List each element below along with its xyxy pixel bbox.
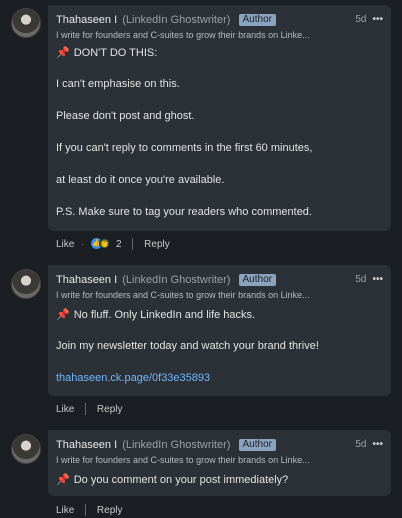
comment-text: at least do it once you're available. bbox=[56, 174, 225, 186]
reply-button[interactable]: Reply bbox=[97, 404, 123, 415]
comment-actions: Like · 👍 👏 2 Reply bbox=[56, 238, 170, 250]
comment-title: Do you comment on your post immediately? bbox=[73, 474, 289, 486]
reaction-count[interactable]: 2 bbox=[116, 239, 122, 250]
comment-actions: Like Reply bbox=[56, 504, 123, 516]
like-button[interactable]: Like bbox=[56, 505, 74, 516]
comment-bubble: Thahaseen I (LinkedIn Ghostwriter) Autho… bbox=[48, 265, 391, 396]
comment-title: No fluff. Only LinkedIn and life hacks. bbox=[73, 309, 256, 321]
comment-bubble: Thahaseen I (LinkedIn Ghostwriter) Autho… bbox=[48, 430, 391, 496]
author-role: (LinkedIn Ghostwriter) bbox=[122, 439, 231, 451]
author-badge: Author bbox=[238, 14, 276, 26]
comment-header: Thahaseen I (LinkedIn Ghostwriter) Autho… bbox=[56, 274, 383, 288]
celebrate-reaction-icon: 👏 bbox=[99, 238, 111, 249]
comment-actions: Like Reply bbox=[56, 403, 123, 415]
author-headline: I write for founders and C-suites to gro… bbox=[56, 290, 310, 300]
timestamp: 5d bbox=[355, 274, 367, 285]
author-headline: I write for founders and C-suites to gro… bbox=[56, 30, 310, 40]
author-badge: Author bbox=[238, 439, 276, 451]
pushpin-icon: 📌 bbox=[56, 474, 70, 486]
avatar[interactable] bbox=[11, 269, 41, 299]
more-options-icon[interactable]: ••• bbox=[372, 14, 383, 25]
author-name[interactable]: Thahaseen I bbox=[56, 274, 117, 286]
comments-feed: Thahaseen I (LinkedIn Ghostwriter) Autho… bbox=[0, 0, 402, 518]
reply-button[interactable]: Reply bbox=[97, 505, 123, 516]
like-button[interactable]: Like bbox=[56, 404, 74, 415]
reactions[interactable]: 👍 👏 bbox=[91, 238, 111, 250]
comment-meta: 5d ••• bbox=[355, 274, 383, 285]
comment-text: Please don't post and ghost. bbox=[56, 110, 195, 122]
comment-meta: 5d ••• bbox=[355, 14, 383, 25]
separator-dot: · bbox=[81, 238, 85, 250]
avatar[interactable] bbox=[11, 434, 41, 464]
comment-text: P.S. Make sure to tag your readers who c… bbox=[56, 206, 312, 218]
comment-body: 📌 DON'T DO THIS: I can't emphasise on thi… bbox=[56, 46, 383, 226]
comment-header: Thahaseen I (LinkedIn Ghostwriter) Autho… bbox=[56, 439, 383, 453]
timestamp: 5d bbox=[355, 14, 367, 25]
pushpin-icon: 📌 bbox=[56, 309, 70, 321]
comment-text: If you can't reply to comments in the fi… bbox=[56, 142, 313, 154]
divider bbox=[85, 504, 87, 516]
timestamp: 5d bbox=[355, 439, 367, 450]
reply-button[interactable]: Reply bbox=[144, 239, 170, 250]
author-name[interactable]: Thahaseen I bbox=[56, 14, 117, 26]
comment-meta: 5d ••• bbox=[355, 439, 383, 450]
author-role: (LinkedIn Ghostwriter) bbox=[122, 14, 231, 26]
divider bbox=[132, 238, 134, 250]
author-headline: I write for founders and C-suites to gro… bbox=[56, 455, 310, 465]
more-options-icon[interactable]: ••• bbox=[372, 274, 383, 285]
avatar[interactable] bbox=[11, 8, 41, 38]
comment-body: 📌 Do you comment on your post immediately… bbox=[56, 473, 383, 489]
comment-title: DON'T DO THIS: bbox=[73, 47, 158, 59]
more-options-icon[interactable]: ••• bbox=[372, 439, 383, 450]
author-role: (LinkedIn Ghostwriter) bbox=[122, 274, 231, 286]
divider bbox=[85, 403, 87, 415]
newsletter-link[interactable]: thahaseen.ck.page/0f33e35893 bbox=[56, 372, 210, 384]
author-name[interactable]: Thahaseen I bbox=[56, 439, 117, 451]
comment-bubble: Thahaseen I (LinkedIn Ghostwriter) Autho… bbox=[48, 5, 391, 231]
author-badge: Author bbox=[238, 274, 276, 286]
comment-header: Thahaseen I (LinkedIn Ghostwriter) Autho… bbox=[56, 14, 383, 28]
comment-body: 📌 No fluff. Only LinkedIn and life hacks.… bbox=[56, 308, 383, 388]
like-button[interactable]: Like bbox=[56, 239, 74, 250]
pushpin-icon: 📌 bbox=[56, 47, 70, 59]
comment-text: Join my newsletter today and watch your … bbox=[56, 340, 319, 352]
comment-text: I can't emphasise on this. bbox=[56, 78, 180, 90]
